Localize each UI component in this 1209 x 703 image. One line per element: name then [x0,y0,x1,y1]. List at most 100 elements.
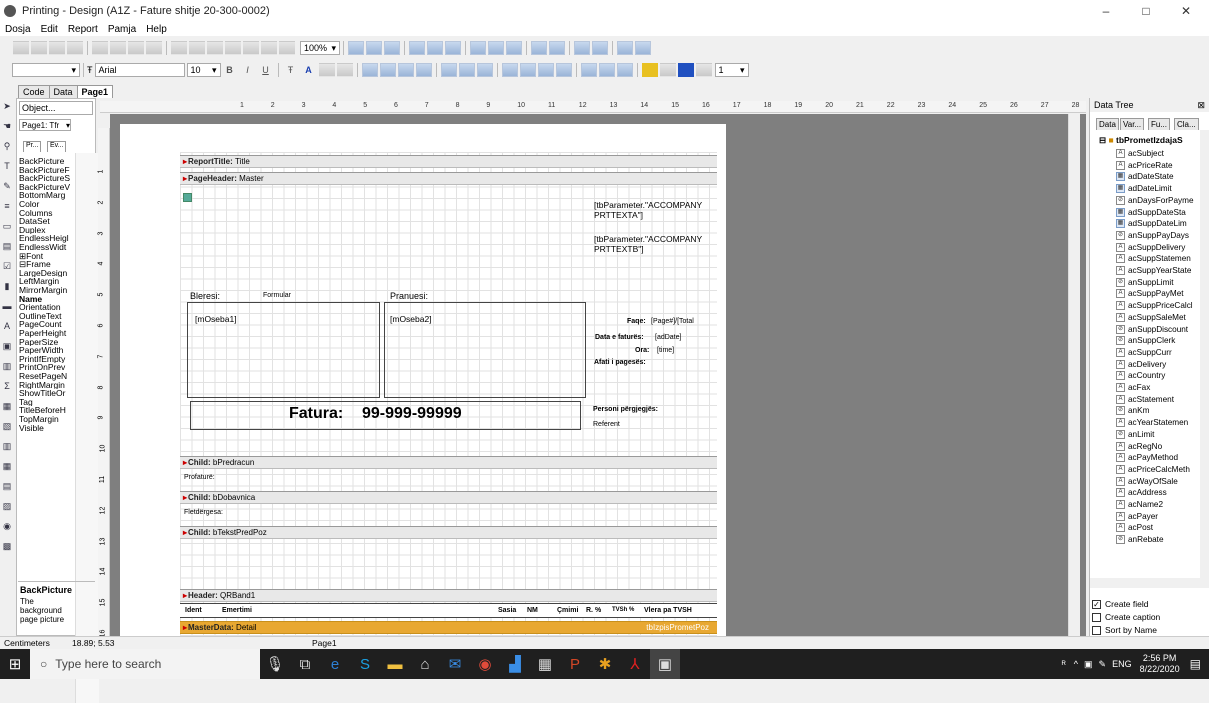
param-text-a[interactable]: [tbParameter."ACCOMPANY PRTTEXTA"] [594,200,714,220]
expand-icon[interactable]: ⊟ [1099,135,1106,145]
new-icon[interactable] [13,41,29,55]
col-vlera[interactable]: Vlera pa TVSH [644,607,692,614]
property-row[interactable]: PageCount [19,320,75,329]
property-row[interactable]: PaperHeight [19,329,75,338]
col-nm[interactable]: NM [527,607,538,614]
sum-tool-icon[interactable]: Σ [1,380,13,392]
text-right-icon[interactable] [397,63,414,77]
property-row[interactable]: Columns [19,209,75,218]
space-v-icon[interactable] [549,41,565,55]
text-left-icon[interactable] [361,63,378,77]
tree-field-item[interactable]: AacPriceRate [1116,160,1173,171]
property-row[interactable]: ⊞Font [19,252,75,261]
property-row[interactable]: BackPictureF [19,166,75,175]
notifications-icon[interactable]: ▤ [1190,657,1201,671]
minimize-button[interactable]: – [1086,0,1126,22]
file-explorer-icon[interactable]: ▬ [380,649,410,679]
col-cmimi[interactable]: Çmimi [557,607,578,614]
open-icon[interactable] [31,41,47,55]
new-page-icon[interactable] [92,41,108,55]
cut-icon[interactable] [171,41,187,55]
profatura-label[interactable]: Profaturë: [184,474,215,481]
ole-icon[interactable]: ▨ [1,500,13,512]
band-child-predracun[interactable]: ▸ Child: bPredracun [180,456,717,469]
tree-field-item[interactable]: AacCountry [1116,370,1165,381]
bold-icon[interactable]: B [222,63,238,77]
band-child-tekstpredpoz[interactable]: ▸ Child: bTekstPredPoz [180,526,717,539]
grid-icon[interactable] [348,41,364,55]
text-justify-icon[interactable] [415,63,432,77]
microphone-icon[interactable]: 🎙 [260,649,290,679]
property-row[interactable]: BackPictureV [19,183,75,192]
format-painter-icon[interactable]: ✎ [1,180,13,192]
tab-page1[interactable]: Page1 [76,85,114,98]
col-emertimi[interactable]: Emertimi [222,607,252,614]
tree-field-item[interactable]: AacPayer [1116,511,1158,522]
property-row[interactable]: BackPictureS [19,174,75,183]
tree-field-item[interactable]: AacSuppPayMet [1116,288,1184,299]
property-row[interactable]: PaperWidth [19,346,75,355]
workspace-scrollbar[interactable] [1068,114,1080,636]
property-row[interactable]: OutlineText [19,312,75,321]
preview-icon[interactable] [67,41,83,55]
property-row[interactable]: TopMargin [19,415,75,424]
tab-properties[interactable]: Pr... [23,141,42,152]
menu-pamja[interactable]: Pamja [103,24,141,35]
paste-icon[interactable] [207,41,223,55]
frame-top-icon[interactable] [501,63,518,77]
page-selector[interactable]: Page1: Tfr ▾ [19,119,71,131]
align-grid-icon[interactable] [366,41,382,55]
highlight-icon[interactable] [318,63,335,77]
property-row[interactable]: PrintOnPrev [19,363,75,372]
fill-dropdown-icon[interactable] [659,63,676,77]
save-icon[interactable] [49,41,65,55]
tree-field-item[interactable]: AacFax [1116,382,1150,393]
tree-field-item[interactable]: AacName2 [1116,499,1163,510]
ungroup-icon[interactable] [279,41,295,55]
referent-label[interactable]: Referent [593,421,620,428]
acrobat-icon[interactable]: ⅄ [620,649,650,679]
property-row[interactable]: PaperSize [19,338,75,347]
fletdergesa-label[interactable]: Fletdërgesa: [184,509,223,516]
shadow-icon[interactable] [616,63,633,77]
undo-icon[interactable] [225,41,241,55]
moseba2-field[interactable]: [mOseba2] [390,314,432,324]
col-tvsh[interactable]: TVSh % [612,607,634,613]
task-view-icon[interactable]: ⧉ [290,649,320,679]
property-row[interactable]: MirrorMargin [19,286,75,295]
frame-left-icon[interactable] [537,63,554,77]
logo-picture-icon[interactable] [183,193,192,202]
tray-chevron-icon[interactable]: ^ [1074,659,1078,669]
skype-icon[interactable]: S [350,649,380,679]
moseba1-field[interactable]: [mOseba1] [195,314,237,324]
fatura-label[interactable]: Fatura: [289,405,343,423]
checkbox-tool-icon[interactable]: ☑ [1,260,13,272]
italic-icon[interactable]: I [240,63,256,77]
tree-field-item[interactable]: AacSuppDelivery [1116,242,1185,253]
tree-field-item[interactable]: AacPriceCalcMeth [1116,464,1190,475]
text-tool-icon[interactable]: T [1,160,13,172]
colorful-app-icon[interactable]: ✱ [590,649,620,679]
tree-field-item[interactable]: AacAddress [1116,487,1167,498]
close-button[interactable]: ✕ [1166,0,1206,22]
property-row[interactable]: Orientation [19,303,75,312]
tree-field-item[interactable]: ▦ adDateState [1116,171,1174,182]
frame-right-icon[interactable] [555,63,572,77]
tab-tree-classes[interactable]: Cla... [1174,118,1199,130]
language-indicator[interactable]: ENG [1112,659,1132,669]
align-left-icon[interactable] [409,41,425,55]
chart-tool-icon[interactable]: ▮ [1,280,13,292]
barcode-icon[interactable]: ▥ [1,440,13,452]
memo-icon[interactable]: ▤ [1,240,13,252]
tab-tree-functions[interactable]: Fu... [1148,118,1171,130]
formular-label[interactable]: Formular [263,292,291,299]
space-h-icon[interactable] [531,41,547,55]
stats-app-icon[interactable]: ▟ [500,649,530,679]
tab-events[interactable]: Ev... [47,141,67,152]
hand-icon[interactable]: ☚ [1,120,13,132]
tree-field-item[interactable]: AacPayMethod [1116,452,1178,463]
time-field[interactable]: [time] [657,347,674,354]
menu-edit[interactable]: Edit [36,24,63,35]
frame-none-icon[interactable] [598,63,615,77]
property-row[interactable]: Name [19,295,75,304]
